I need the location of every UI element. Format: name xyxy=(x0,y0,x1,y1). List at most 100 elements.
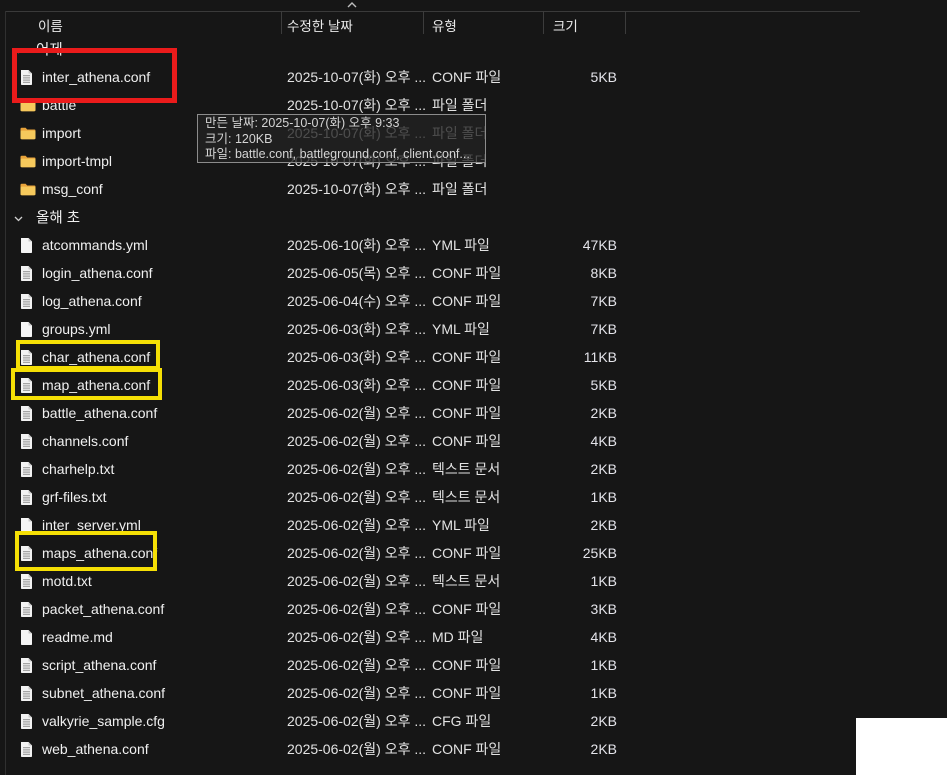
chevron-down-icon[interactable] xyxy=(13,211,25,223)
file-date-modified: 2025-06-04(수) 오후 ... xyxy=(287,293,427,309)
file-size: 2KB xyxy=(590,713,617,729)
file-type: CONF 파일 xyxy=(432,405,502,421)
file-type-icon xyxy=(20,181,36,198)
file-type: YML 파일 xyxy=(432,237,490,253)
file-size: 2KB xyxy=(590,741,617,757)
file-size: 25KB xyxy=(582,545,617,561)
file-type: 파일 폴더 xyxy=(432,181,488,197)
column-divider[interactable] xyxy=(281,11,282,34)
file-type: CONF 파일 xyxy=(432,265,502,281)
file-type-icon xyxy=(20,629,36,646)
file-date-modified: 2025-06-02(월) 오후 ... xyxy=(287,489,427,505)
file-type: YML 파일 xyxy=(432,517,490,533)
file-size: 8KB xyxy=(590,265,617,281)
file-type-icon xyxy=(20,601,36,618)
file-size: 3KB xyxy=(590,601,617,617)
file-name: readme.md xyxy=(42,629,113,645)
file-date-modified: 2025-06-02(월) 오후 ... xyxy=(287,713,427,729)
file-type: 텍스트 문서 xyxy=(432,573,501,589)
file-size: 7KB xyxy=(590,321,617,337)
file-name: groups.yml xyxy=(42,321,111,337)
file-row[interactable]: script_athena.conf 2025-06-02(월) 오후 ... … xyxy=(0,651,860,679)
file-date-modified: 2025-06-02(월) 오후 ... xyxy=(287,433,427,449)
file-size: 11KB xyxy=(583,349,617,365)
white-overlay-rectangle xyxy=(856,718,947,775)
file-type-icon xyxy=(20,713,36,730)
file-type: CONF 파일 xyxy=(432,685,502,701)
folder-info-tooltip: 만든 날짜: 2025-10-07(화) 오후 9:33 크기: 120KB 파… xyxy=(197,114,486,163)
file-date-modified: 2025-06-03(화) 오후 ... xyxy=(287,377,427,393)
file-row[interactable]: packet_athena.conf 2025-06-02(월) 오후 ... … xyxy=(0,595,860,623)
yellow-annotation-box-3 xyxy=(15,531,157,571)
file-name: packet_athena.conf xyxy=(42,601,165,617)
file-size: 1KB xyxy=(590,573,617,589)
file-type: CONF 파일 xyxy=(432,741,502,757)
file-type-icon xyxy=(20,573,36,590)
file-row[interactable]: msg_conf 2025-10-07(화) 오후 ... 파일 폴더 xyxy=(0,175,860,203)
file-date-modified: 2025-10-07(화) 오후 ... xyxy=(287,97,427,113)
file-row[interactable]: readme.md 2025-06-02(월) 오후 ... MD 파일 4KB xyxy=(0,623,860,651)
column-header-type[interactable]: 유형 xyxy=(432,15,457,35)
column-header-row: 이름 수정한 날짜 유형 크기 xyxy=(0,2,860,35)
file-date-modified: 2025-06-03(화) 오후 ... xyxy=(287,321,427,337)
file-row[interactable]: charhelp.txt 2025-06-02(월) 오후 ... 텍스트 문서… xyxy=(0,455,860,483)
file-size: 1KB xyxy=(590,685,617,701)
tooltip-created-date: 만든 날짜: 2025-10-07(화) 오후 9:33 xyxy=(205,116,400,130)
file-date-modified: 2025-06-02(월) 오후 ... xyxy=(287,685,427,701)
column-header-size[interactable]: 크기 xyxy=(553,15,578,35)
file-size: 2KB xyxy=(590,517,617,533)
file-explorer-list: 이름 수정한 날짜 유형 크기 어제 inter_athena.conf 202… xyxy=(0,0,947,775)
file-date-modified: 2025-06-02(월) 오후 ... xyxy=(287,517,427,533)
file-type-icon xyxy=(20,405,36,422)
file-type: CFG 파일 xyxy=(432,713,492,729)
column-divider[interactable] xyxy=(543,11,544,34)
file-date-modified: 2025-06-05(목) 오후 ... xyxy=(287,265,427,281)
file-row[interactable]: channels.conf 2025-06-02(월) 오후 ... CONF … xyxy=(0,427,860,455)
file-type-icon xyxy=(20,293,36,310)
file-date-modified: 2025-06-02(월) 오후 ... xyxy=(287,461,427,477)
yellow-annotation-box-2 xyxy=(11,368,162,400)
red-annotation-box xyxy=(12,48,177,103)
file-row[interactable]: web_athena.conf 2025-06-02(월) 오후 ... CON… xyxy=(0,735,860,763)
yellow-annotation-box-1 xyxy=(16,340,160,370)
file-date-modified: 2025-06-03(화) 오후 ... xyxy=(287,349,427,365)
file-row[interactable]: atcommands.yml 2025-06-10(화) 오후 ... YML … xyxy=(0,231,860,259)
file-name: subnet_athena.conf xyxy=(42,685,165,701)
file-size: 47KB xyxy=(582,237,617,253)
file-row[interactable]: login_athena.conf 2025-06-05(목) 오후 ... C… xyxy=(0,259,860,287)
file-row[interactable]: log_athena.conf 2025-06-04(수) 오후 ... CON… xyxy=(0,287,860,315)
file-row[interactable]: grf-files.txt 2025-06-02(월) 오후 ... 텍스트 문… xyxy=(0,483,860,511)
file-type-icon xyxy=(20,153,36,170)
file-date-modified: 2025-06-02(월) 오후 ... xyxy=(287,601,427,617)
tooltip-size: 크기: 120KB xyxy=(205,131,273,146)
file-size: 5KB xyxy=(590,377,617,393)
file-size: 7KB xyxy=(590,293,617,309)
file-name: battle_athena.conf xyxy=(42,405,158,421)
file-type: YML 파일 xyxy=(432,321,490,337)
file-type: CONF 파일 xyxy=(432,349,502,365)
file-name: channels.conf xyxy=(42,433,129,449)
file-name: login_athena.conf xyxy=(42,265,153,281)
group-header-row[interactable]: 올해 초 xyxy=(0,203,860,231)
file-row[interactable]: valkyrie_sample.cfg 2025-06-02(월) 오후 ...… xyxy=(0,707,860,735)
file-size: 2KB xyxy=(590,461,617,477)
file-size: 4KB xyxy=(590,433,617,449)
file-date-modified: 2025-06-02(월) 오후 ... xyxy=(287,545,427,561)
file-type: CONF 파일 xyxy=(432,377,502,393)
file-row[interactable]: groups.yml 2025-06-03(화) 오후 ... YML 파일 7… xyxy=(0,315,860,343)
file-row[interactable]: battle_athena.conf 2025-06-02(월) 오후 ... … xyxy=(0,399,860,427)
file-type-icon xyxy=(20,125,36,142)
file-name: log_athena.conf xyxy=(42,293,142,309)
file-row[interactable]: subnet_athena.conf 2025-06-02(월) 오후 ... … xyxy=(0,679,860,707)
column-header-name[interactable]: 이름 xyxy=(38,15,63,35)
file-row[interactable]: motd.txt 2025-06-02(월) 오후 ... 텍스트 문서 1KB xyxy=(0,567,860,595)
column-divider[interactable] xyxy=(423,11,424,34)
file-type-icon xyxy=(20,265,36,282)
column-divider[interactable] xyxy=(625,11,626,34)
file-date-modified: 2025-06-10(화) 오후 ... xyxy=(287,237,427,253)
file-date-modified: 2025-10-07(화) 오후 ... xyxy=(287,181,427,197)
file-date-modified: 2025-06-02(월) 오후 ... xyxy=(287,629,427,645)
file-type-icon xyxy=(20,321,36,338)
file-type: 텍스트 문서 xyxy=(432,461,501,477)
column-header-date[interactable]: 수정한 날짜 xyxy=(287,15,353,35)
